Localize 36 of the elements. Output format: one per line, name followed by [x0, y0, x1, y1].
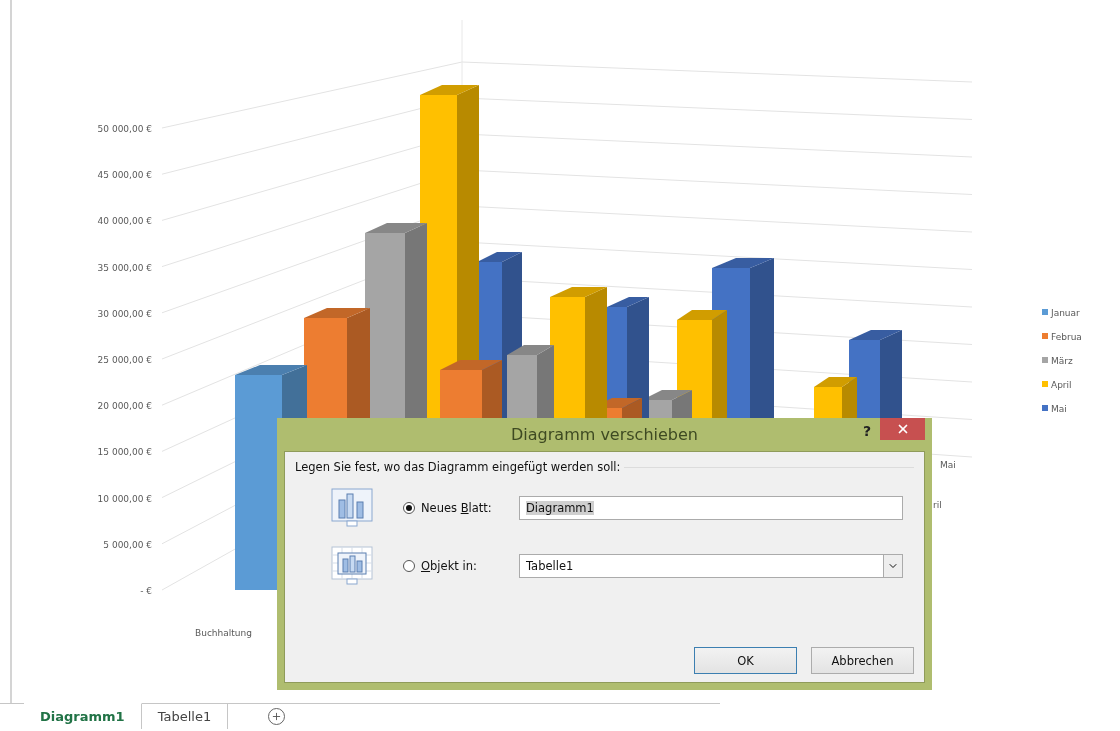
option-label[interactable]: Objekt in:	[421, 559, 519, 573]
legend-label: März	[1051, 356, 1073, 366]
category-label: Buchhaltung	[195, 628, 252, 638]
prompt-text: Legen Sie fest, wo das Diagramm eingefügt werden soll:	[295, 460, 621, 474]
axis-label: 30 000,00 €	[97, 308, 152, 319]
help-button[interactable]: ?	[858, 423, 875, 439]
category-label: Mai	[940, 460, 956, 470]
legend-label: Januar	[1051, 308, 1080, 318]
legend-label: April	[1051, 380, 1072, 390]
legend-label: Februa	[1051, 332, 1082, 342]
axis-label: 45 000,00 €	[97, 170, 152, 181]
axis-label: 35 000,00 €	[97, 262, 152, 273]
plus-icon	[271, 711, 283, 722]
radio-button[interactable]	[403, 560, 415, 572]
option-label[interactable]: Neues Blatt:	[421, 501, 519, 515]
axis-label: 40 000,00 €	[97, 216, 152, 227]
axis-label: 20 000,00 €	[97, 401, 152, 412]
radio-button[interactable]	[403, 502, 415, 514]
axis-label: 15 000,00 €	[97, 447, 152, 458]
add-sheet-button[interactable]	[268, 708, 286, 725]
category-label: ril	[933, 500, 942, 510]
axis-label: 5 000,00 €	[103, 539, 152, 550]
axis-label: 10 000,00 €	[97, 493, 152, 504]
sheet-dropdown[interactable]: Tabelle1	[519, 554, 903, 578]
axis-label: 50 000,00 €	[97, 124, 152, 134]
sheet-name-field[interactable]: Diagramm1	[519, 496, 903, 520]
legend-label: Mai	[1051, 404, 1067, 414]
cancel-button[interactable]: Abbrechen	[811, 647, 914, 674]
axis-label: - €	[140, 586, 152, 596]
ok-button[interactable]: OK	[694, 647, 797, 674]
dialog-title: Diagramm verschieben	[511, 425, 698, 444]
sheet-tab[interactable]: Diagramm1	[24, 703, 142, 729]
chart-sheet-icon	[331, 488, 373, 528]
close-button[interactable]	[880, 418, 925, 440]
axis-label: 25 000,00 €	[97, 355, 152, 365]
embedded-chart-icon	[331, 546, 373, 586]
